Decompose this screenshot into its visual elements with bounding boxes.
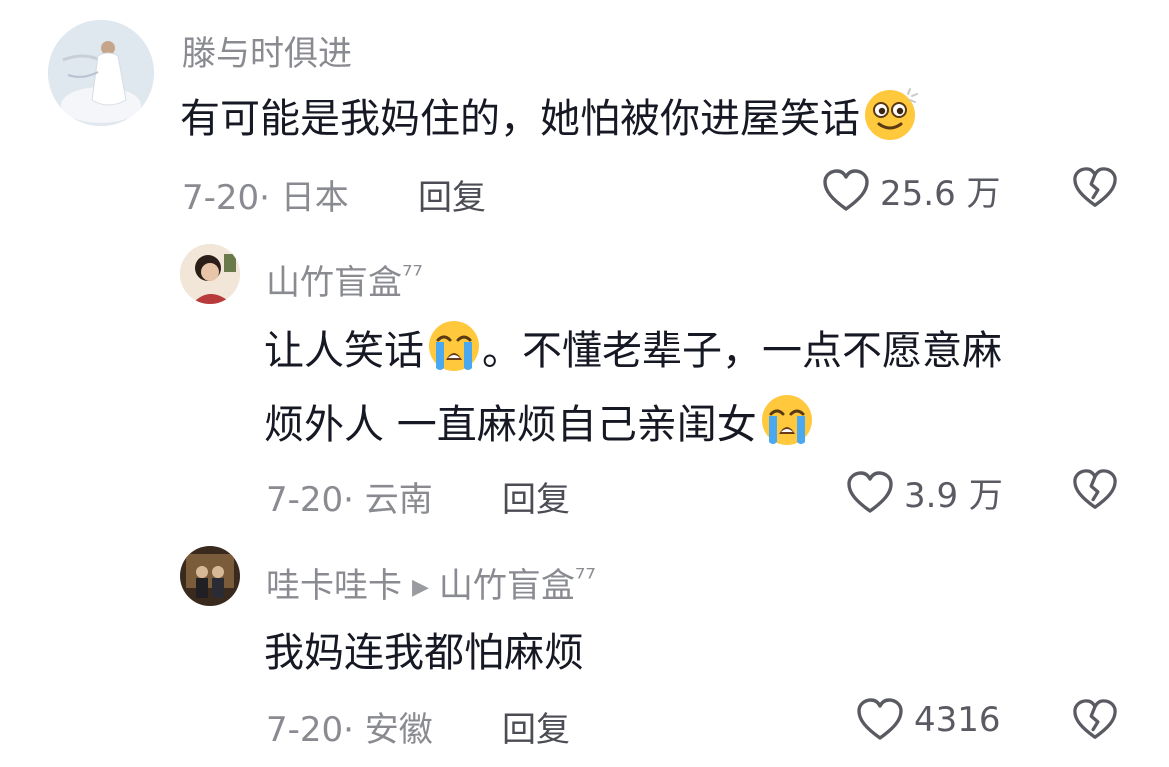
reply-button[interactable]: 回复 [502, 702, 570, 751]
username[interactable]: 滕与时俱进 [182, 26, 352, 75]
username-text: 哇卡哇卡 [266, 566, 402, 606]
reply-to-username[interactable]: 山竹盲盒 [439, 566, 575, 606]
comment-text: 让人笑话 。不懂老辈子，一点不愿意麻 [264, 318, 1002, 382]
comment-text-line1-rest: 。不懂老辈子，一点不愿意麻 [482, 328, 1002, 374]
comment-date-location: 7-20· 云南 [266, 480, 433, 520]
broken-heart-icon[interactable] [1072, 698, 1118, 742]
dizzy-face-emoji [862, 86, 918, 142]
user-avatar[interactable] [180, 546, 240, 606]
comment-text-line2: 烦外人 一直麻烦自己亲闺女 [264, 402, 757, 448]
reply-button[interactable]: 回复 [502, 472, 570, 521]
loudly-crying-emoji [759, 392, 815, 448]
username[interactable]: 山竹盲盒⁷⁷ [266, 255, 423, 304]
loudly-crying-emoji [426, 318, 482, 374]
comment-text: 我妈连我都怕麻烦 [264, 630, 584, 676]
username[interactable]: 哇卡哇卡 ▶ 山竹盲盒⁷⁷ [266, 558, 596, 607]
comment-text-line1: 让人笑话 [264, 328, 424, 374]
author-mark: ⁷⁷ [574, 564, 596, 594]
like-count: 25.6 万 [880, 174, 1001, 214]
like-button[interactable]: 3.9 万 [846, 468, 1003, 517]
author-mark: ⁷⁷ [402, 261, 423, 291]
like-button[interactable]: 4316 [856, 698, 1001, 742]
username-text: 山竹盲盒 [266, 263, 402, 303]
broken-heart-icon[interactable] [1072, 166, 1118, 210]
heart-outline-icon [846, 471, 894, 515]
user-avatar[interactable] [48, 20, 154, 126]
comment-text: 烦外人 一直麻烦自己亲闺女 [264, 392, 815, 456]
like-count: 4316 [914, 700, 1001, 740]
comment-text-content: 有可能是我妈住的，她怕被你进屋笑话 [180, 96, 860, 142]
broken-heart-icon[interactable] [1072, 468, 1118, 512]
play-arrow-icon: ▶ [412, 575, 429, 600]
comment-date-location: 7-20· 日本 [182, 178, 349, 218]
user-avatar[interactable] [180, 244, 240, 304]
like-button[interactable]: 25.6 万 [822, 166, 1001, 215]
like-count: 3.9 万 [904, 476, 1003, 516]
reply-button[interactable]: 回复 [418, 170, 486, 219]
comment-text: 有可能是我妈住的，她怕被你进屋笑话 [180, 86, 918, 150]
heart-outline-icon [856, 698, 904, 742]
heart-outline-icon [822, 169, 870, 213]
comment-date-location: 7-20· 安徽 [266, 710, 433, 750]
